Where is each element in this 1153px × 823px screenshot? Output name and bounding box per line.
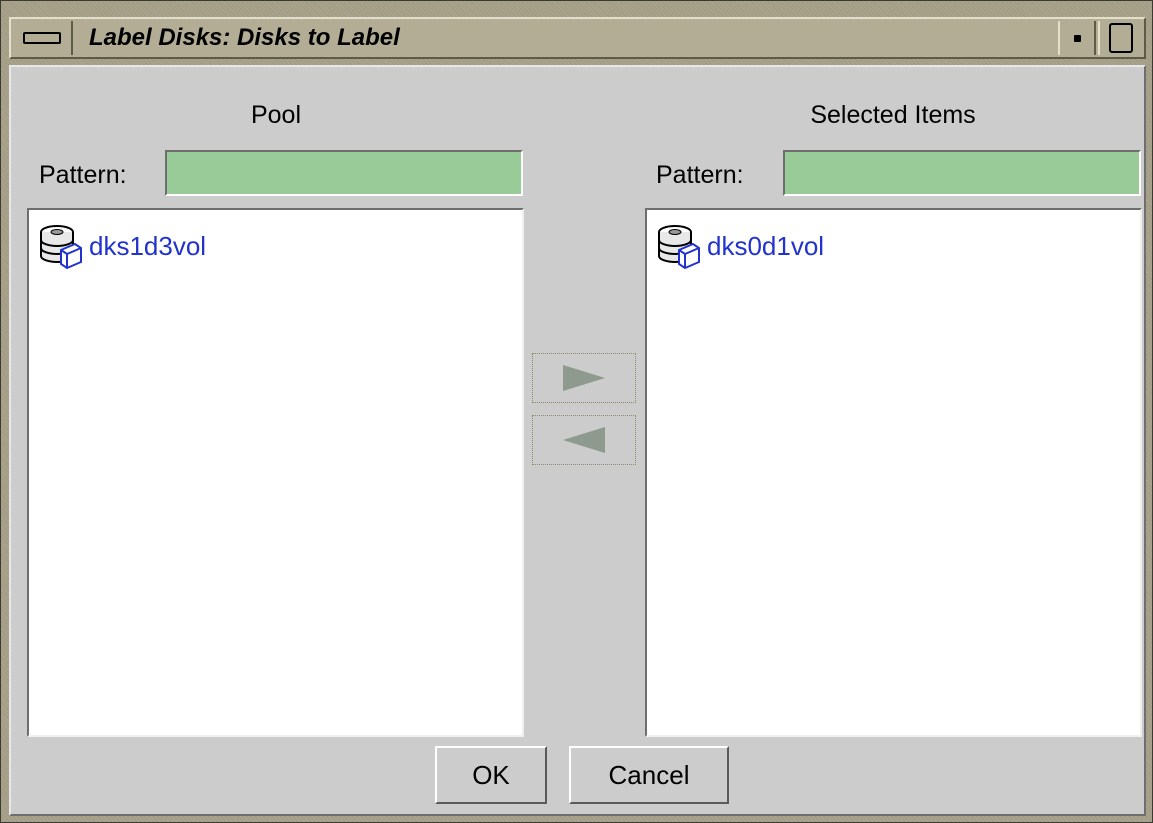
ok-button[interactable]: OK bbox=[435, 746, 547, 804]
pool-pattern-label: Pattern: bbox=[39, 161, 127, 189]
minimize-button[interactable] bbox=[1058, 21, 1096, 55]
pool-heading: Pool bbox=[250, 101, 302, 129]
maximize-button[interactable] bbox=[1098, 21, 1142, 55]
disk-volume-icon bbox=[40, 225, 82, 270]
remove-from-selected-button[interactable] bbox=[532, 415, 636, 465]
window-menu-icon bbox=[23, 32, 61, 44]
add-to-selected-button[interactable] bbox=[532, 353, 636, 403]
window-title: Label Disks: Disks to Label bbox=[89, 24, 400, 51]
pool-list[interactable]: dks1d3vol bbox=[27, 208, 524, 737]
maximize-icon bbox=[1109, 23, 1133, 53]
dialog-window: Label Disks: Disks to Label Pool Pattern… bbox=[0, 0, 1153, 823]
selected-pattern-label: Pattern: bbox=[656, 161, 744, 189]
arrow-left-icon bbox=[563, 427, 605, 453]
arrow-right-icon bbox=[563, 365, 605, 391]
title-bar[interactable]: Label Disks: Disks to Label bbox=[9, 17, 1146, 59]
list-item-label: dks1d3vol bbox=[89, 230, 207, 261]
list-item[interactable]: dks0d1vol bbox=[655, 222, 824, 270]
list-item-label: dks0d1vol bbox=[707, 230, 825, 261]
selected-list[interactable]: dks0d1vol bbox=[645, 208, 1142, 737]
minimize-icon bbox=[1073, 34, 1081, 42]
selected-heading: Selected Items bbox=[810, 101, 976, 129]
disk-volume-icon bbox=[658, 225, 700, 270]
list-item[interactable]: dks1d3vol bbox=[37, 222, 206, 270]
pool-pattern-input[interactable] bbox=[165, 150, 523, 196]
cancel-button[interactable]: Cancel bbox=[569, 746, 729, 804]
selected-pattern-input[interactable] bbox=[783, 150, 1141, 196]
window-menu-button[interactable] bbox=[13, 21, 73, 55]
